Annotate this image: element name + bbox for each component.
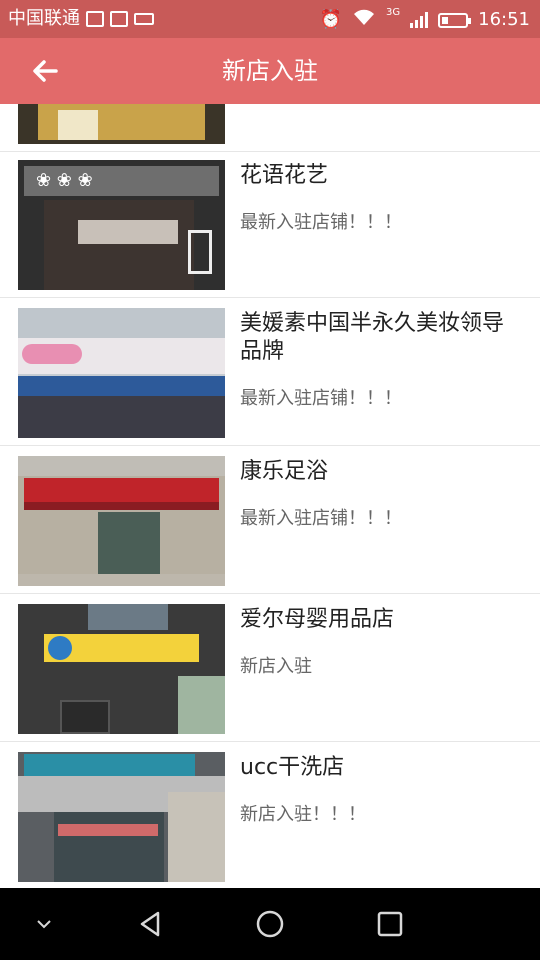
store-name: ucc干洗店 bbox=[240, 755, 345, 780]
store-thumbnail bbox=[18, 752, 225, 882]
page-title: 新店入驻 bbox=[222, 57, 318, 85]
battery-icon bbox=[438, 12, 472, 28]
recent-apps-square-icon[interactable] bbox=[370, 904, 410, 944]
clock: 16:51 bbox=[478, 9, 530, 30]
notification-icon bbox=[86, 11, 104, 27]
store-desc: 最新入驻店铺！！！ bbox=[240, 508, 402, 529]
status-right: ⏰ 3G 16:51 bbox=[320, 8, 530, 32]
store-thumbnail bbox=[18, 308, 225, 438]
store-list[interactable]: ❀ ❀ ❀ 花语花艺 最新入驻店铺！！！ 美媛素中国半永久美妆领导品牌 最新入驻… bbox=[0, 104, 540, 888]
store-name: 美媛素中国半永久美妆领导品牌 bbox=[240, 311, 505, 364]
store-desc: 新店入驻！！！ bbox=[240, 804, 366, 825]
network-type: 3G bbox=[386, 7, 401, 18]
back-triangle-icon[interactable] bbox=[130, 904, 170, 944]
store-name: 爱尔母婴用品店 bbox=[240, 607, 395, 632]
list-item[interactable]: 美媛素中国半永久美妆领导品牌 最新入驻店铺！！！ bbox=[0, 300, 540, 446]
store-name: 康乐足浴 bbox=[240, 459, 329, 484]
store-thumbnail: ❀ ❀ ❀ bbox=[18, 160, 225, 290]
list-item[interactable]: 康乐足浴 最新入驻店铺！！！ bbox=[0, 448, 540, 594]
store-thumbnail bbox=[18, 604, 225, 734]
wifi-icon bbox=[352, 8, 376, 32]
chevron-down-icon[interactable] bbox=[24, 904, 64, 944]
image-icon bbox=[110, 11, 128, 27]
list-item-partial[interactable] bbox=[0, 104, 540, 152]
store-desc: 新店入驻 bbox=[240, 656, 312, 677]
carrier-name: 中国联通 bbox=[8, 8, 80, 29]
app-bar: 新店入驻 bbox=[0, 38, 540, 104]
store-name: 花语花艺 bbox=[240, 163, 329, 188]
status-left: 中国联通 bbox=[8, 8, 154, 30]
logo-swirl-icon: ❀ ❀ ❀ bbox=[36, 170, 93, 191]
system-nav-bar bbox=[0, 888, 540, 960]
keyboard-icon bbox=[134, 13, 154, 25]
alarm-icon: ⏰ bbox=[319, 9, 342, 30]
signal-icon bbox=[410, 12, 429, 28]
store-desc: 最新入驻店铺！！！ bbox=[240, 212, 402, 233]
home-circle-icon[interactable] bbox=[250, 904, 290, 944]
status-bar: 中国联通 ⏰ 3G 16:51 bbox=[0, 0, 540, 38]
store-desc: 最新入驻店铺！！！ bbox=[240, 388, 402, 409]
list-item[interactable]: 爱尔母婴用品店 新店入驻 bbox=[0, 596, 540, 742]
store-thumbnail bbox=[18, 104, 225, 144]
list-item[interactable]: ucc干洗店 新店入驻！！！ bbox=[0, 744, 540, 888]
list-item[interactable]: ❀ ❀ ❀ 花语花艺 最新入驻店铺！！！ bbox=[0, 152, 540, 298]
store-thumbnail bbox=[18, 456, 225, 586]
